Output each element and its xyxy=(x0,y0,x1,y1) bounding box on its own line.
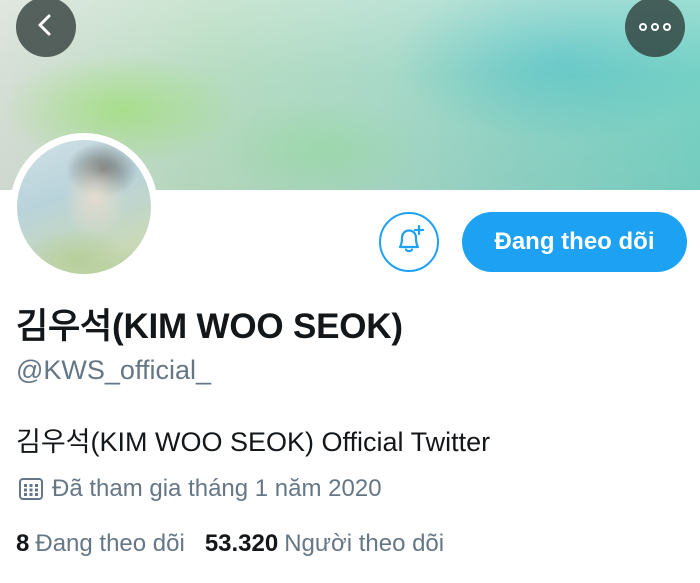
profile-photo xyxy=(17,140,151,274)
following-button[interactable]: Đang theo dõi xyxy=(462,212,687,272)
bell-plus-icon xyxy=(392,223,426,262)
more-options-icon xyxy=(639,23,671,31)
display-name: 김우석(KIM WOO SEOK) xyxy=(16,307,403,346)
notifications-button[interactable] xyxy=(379,212,439,272)
followers-stat[interactable]: 53.320 Người theo dõi xyxy=(205,530,444,558)
profile-bio: 김우석(KIM WOO SEOK) Official Twitter xyxy=(16,427,491,457)
avatar[interactable] xyxy=(10,133,158,281)
user-handle: @KWS_official_ xyxy=(16,355,211,385)
following-label: Đang theo dõi xyxy=(35,530,185,557)
following-count: 8 xyxy=(16,530,30,557)
followers-count: 53.320 xyxy=(204,530,279,557)
join-date-text: Đã tham gia tháng 1 năm 2020 xyxy=(52,475,382,502)
following-stat[interactable]: 8 Đang theo dõi xyxy=(16,530,185,558)
calendar-icon xyxy=(18,476,44,502)
followers-label: Người theo dõi xyxy=(284,530,445,557)
chevron-left-icon xyxy=(33,12,59,43)
join-date: Đã tham gia tháng 1 năm 2020 xyxy=(18,475,382,503)
follow-stats: 8 Đang theo dõi 53.320 Người theo dõi xyxy=(16,530,444,558)
